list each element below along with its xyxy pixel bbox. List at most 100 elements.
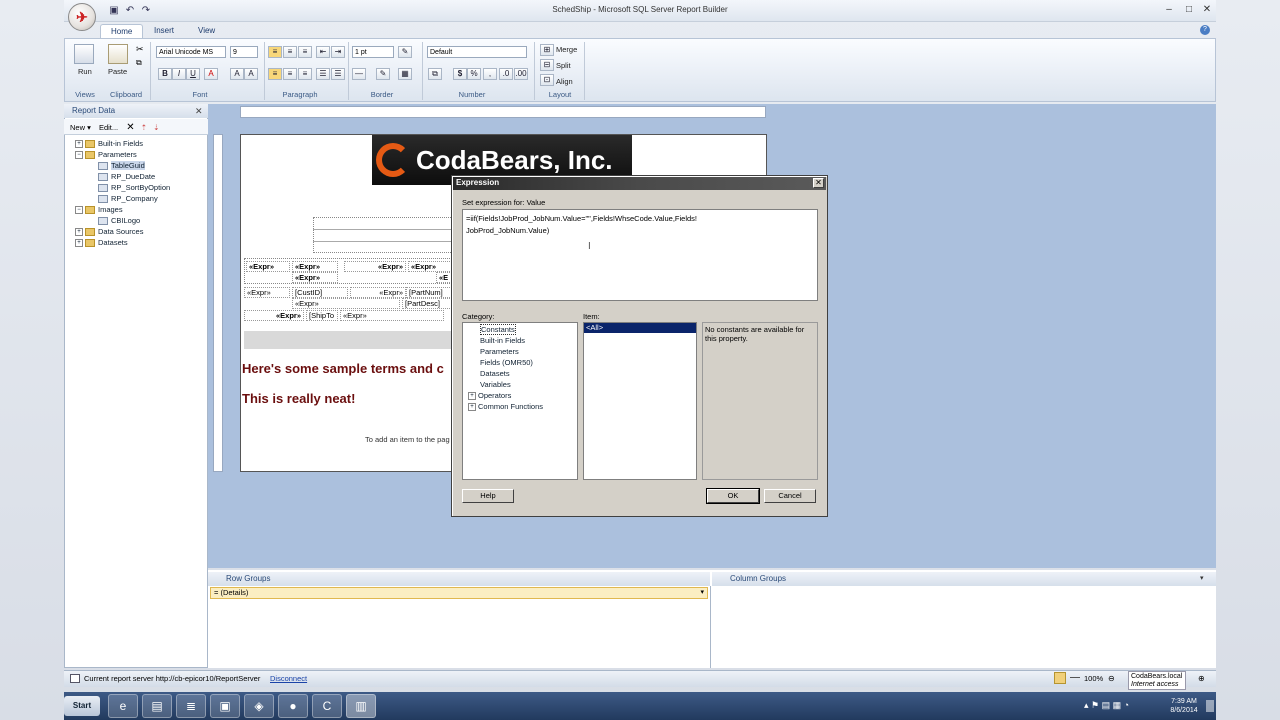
category-list[interactable] [462,322,578,480]
align-bottom-icon[interactable]: ≡ [298,46,312,58]
category-parameters[interactable]: Parameters [480,347,519,356]
borders-icon[interactable]: ▦ [398,68,412,80]
expr-cell[interactable]: «Expr» [244,287,290,298]
close-button[interactable]: ✕ [1198,3,1216,17]
tree-param-rp-sortbyoption[interactable]: RP_SortByOption [98,183,170,193]
save-icon[interactable]: ▣ [108,5,120,17]
collapse-icon[interactable]: − [75,206,83,215]
bold-icon[interactable]: B [158,68,172,80]
paste-button[interactable]: Paste [108,67,127,76]
expand-icon[interactable]: + [75,239,83,248]
font-size-combo[interactable]: 9 [230,46,258,58]
custid-cell[interactable]: [CustID] [292,287,348,298]
item-list[interactable] [583,322,697,480]
dropdown-arrow-icon[interactable]: ▾ [700,588,704,598]
tree-images[interactable]: − Images [75,205,123,215]
item-all[interactable]: <All> [584,323,696,333]
category-datasets[interactable]: Datasets [480,369,510,378]
powershell-icon[interactable]: ▣ [210,694,240,718]
zoom-slider[interactable] [1070,677,1080,678]
category-fields[interactable]: Fields (OMR50) [480,358,533,367]
align-button[interactable]: Align [556,77,573,86]
tree-data-sources[interactable]: + Data Sources [75,227,143,237]
collapse-icon[interactable]: − [75,151,83,160]
expand-icon[interactable]: + [468,403,476,412]
align-layout-icon[interactable]: ⊡ [540,74,554,86]
grow-font-icon[interactable]: A [230,68,244,80]
merge-icon[interactable]: ⊞ [540,44,554,56]
expr-cell[interactable]: «Expr» [344,261,406,272]
tray-icons[interactable]: ▴ ⚑ ▤ ▦ ◔ [1084,700,1129,711]
category-operators[interactable]: + Operators [468,391,511,401]
shipto-cell[interactable]: [ShipTo [306,310,338,321]
header-textbox-stack[interactable] [313,217,453,253]
help-icon[interactable]: ? [1200,25,1210,35]
terms-textbox[interactable]: Here's some sample terms and c [242,361,452,376]
border-color-icon[interactable]: ✎ [398,46,412,58]
split-icon[interactable]: ⊟ [540,59,554,71]
tree-param-rp-duedate[interactable]: RP_DueDate [98,172,155,182]
show-desktop-button[interactable] [1206,700,1214,712]
run-icon[interactable] [74,44,94,64]
expr-cell[interactable]: «Expr» [244,310,304,321]
tab-insert[interactable]: Insert [144,24,184,38]
align-left-icon[interactable]: ≡ [268,68,282,80]
application-button[interactable]: ✈ [68,3,96,31]
move-up-icon[interactable]: ⇡ [141,123,147,132]
details-group[interactable]: = (Details) ▾ [210,587,708,599]
split-button[interactable]: Split [556,61,571,70]
placeholder-icon[interactable]: ⧉ [428,68,442,80]
tree-param-rp-company[interactable]: RP_Company [98,194,158,204]
expr-cell[interactable]: «Expr» [292,261,338,272]
copy-icon[interactable]: ⧉ [136,58,142,68]
undo-icon[interactable]: ↶ [124,5,136,17]
new-button[interactable]: New [70,123,85,132]
edit-button[interactable]: Edit... [99,123,118,132]
align-center-icon[interactable]: ≡ [283,68,297,80]
report-builder-taskbar-icon[interactable]: ▥ [346,694,376,718]
align-left-top-icon[interactable]: ≡ [268,46,282,58]
cancel-button[interactable]: Cancel [764,489,816,503]
expr-cell[interactable]: «E [436,272,452,283]
border-style-icon[interactable]: — [352,68,366,80]
category-constants[interactable]: Constants [480,324,516,335]
line-color-icon[interactable]: ✎ [376,68,390,80]
italic-icon[interactable]: I [172,68,186,80]
tree-parameters[interactable]: − Parameters [75,150,137,160]
fit-page-icon[interactable] [1054,672,1066,684]
start-button[interactable]: Start [64,696,100,716]
grey-band[interactable] [244,331,452,349]
category-variables[interactable]: Variables [480,380,511,389]
redo-icon[interactable]: ↷ [140,5,152,17]
move-down-icon[interactable]: ⇣ [153,123,159,132]
expand-icon[interactable]: + [468,392,476,401]
expression-editor[interactable]: =iif(Fields!JobProd_JobNum.Value="",Fiel… [462,209,818,301]
border-width-combo[interactable]: 1 pt [352,46,394,58]
tree-datasets[interactable]: + Datasets [75,238,128,248]
neat-textbox[interactable]: This is really neat! [242,391,355,406]
zoom-out-icon[interactable]: ⊖ [1108,674,1115,683]
expand-icon[interactable]: + [75,140,83,149]
help-button[interactable]: Help [462,489,514,503]
decrease-indent-icon[interactable]: ⇤ [316,46,330,58]
expr-cell[interactable]: «Expr» [292,298,400,309]
expr-cell[interactable]: «Expr» [340,310,444,321]
partdesc-cell[interactable]: [PartDesc] [402,298,452,309]
tab-view[interactable]: View [188,24,225,38]
style-icon[interactable]: , [483,68,497,80]
expand-icon[interactable]: + [75,228,83,237]
category-built-in-fields[interactable]: Built-in Fields [480,336,525,345]
expr-cell[interactable]: «Expr» [246,261,290,272]
increase-decimal-icon[interactable]: .0 [499,68,513,80]
ok-button[interactable]: OK [706,488,760,504]
codabears-app-icon[interactable]: C [312,694,342,718]
cut-icon[interactable]: ✂ [136,44,144,55]
decrease-decimal-icon[interactable]: .00 [514,68,528,80]
merge-button[interactable]: Merge [556,45,577,54]
pane-close-icon[interactable]: ✕ [195,106,203,117]
align-right-icon[interactable]: ≡ [298,68,312,80]
run-button[interactable]: Run [78,67,92,76]
number-format-combo[interactable]: Default [427,46,527,58]
file-explorer-icon[interactable]: ▤ [142,694,172,718]
font-name-combo[interactable]: Arial Unicode MS [156,46,226,58]
